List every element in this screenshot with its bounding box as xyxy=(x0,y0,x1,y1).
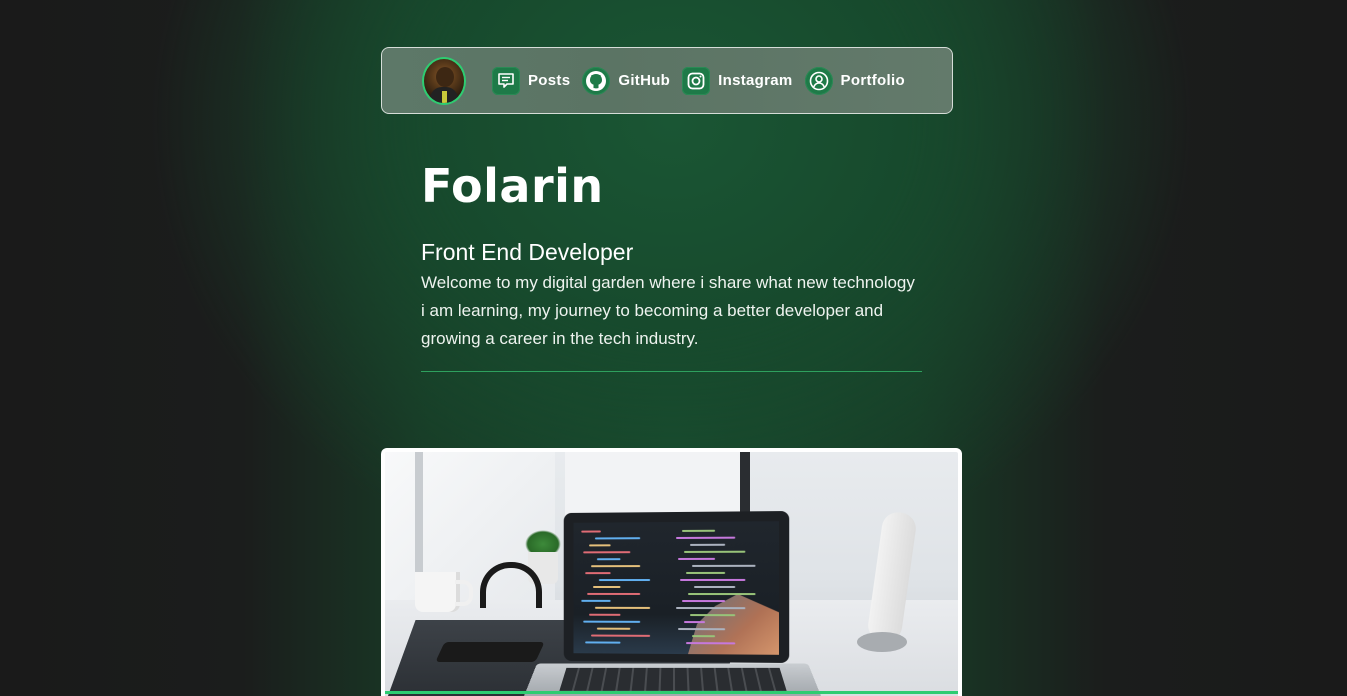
phone xyxy=(435,642,545,662)
code-line xyxy=(689,614,736,617)
card-accent-line xyxy=(385,691,958,694)
code-line xyxy=(591,634,651,637)
portfolio-icon xyxy=(804,66,833,95)
code-line xyxy=(589,613,621,616)
laptop-screen xyxy=(563,511,790,663)
code-line xyxy=(581,599,611,602)
github-icon xyxy=(582,66,611,95)
code-line xyxy=(583,551,631,554)
avatar[interactable] xyxy=(422,56,466,105)
posts-icon xyxy=(492,66,520,95)
instagram-icon xyxy=(682,66,711,95)
code-line xyxy=(689,543,726,546)
wallpaper-mountain xyxy=(688,594,779,655)
nav-item-instagram[interactable]: Instagram xyxy=(682,66,793,95)
code-line xyxy=(693,585,736,589)
code-line xyxy=(675,607,746,610)
code-line xyxy=(598,579,651,582)
nav-item-posts[interactable]: Posts xyxy=(492,66,571,95)
code-line xyxy=(677,557,716,560)
nav-label-posts: Posts xyxy=(528,72,571,89)
mug xyxy=(415,572,460,612)
page-title: Folarin xyxy=(421,159,604,213)
code-line xyxy=(687,593,756,596)
code-line xyxy=(585,641,621,644)
code-line xyxy=(589,544,611,547)
code-line xyxy=(691,564,756,567)
avatar-tie xyxy=(442,90,447,103)
nav-item-github[interactable]: GitHub xyxy=(582,66,671,95)
code-line xyxy=(681,529,716,532)
hero-section: Folarin Front End Developer Welcome to m… xyxy=(421,155,922,353)
top-navbar: Posts GitHub Instagram Portfolio xyxy=(381,47,953,114)
code-line xyxy=(596,558,621,561)
nav-label-portfolio: Portfolio xyxy=(840,72,905,89)
role-subtitle: Front End Developer xyxy=(421,239,634,265)
code-line xyxy=(691,635,716,638)
code-line xyxy=(581,530,601,533)
code-line xyxy=(683,621,706,624)
code-line xyxy=(677,628,726,631)
code-line xyxy=(594,606,651,609)
code-line xyxy=(594,537,641,540)
code-line xyxy=(583,620,641,623)
code-line xyxy=(679,578,746,581)
code-line xyxy=(683,550,746,553)
nav-item-portfolio[interactable]: Portfolio xyxy=(804,66,905,95)
code-line xyxy=(587,592,641,595)
post-card[interactable] xyxy=(381,448,962,696)
laptop-display xyxy=(573,521,779,655)
nav-label-instagram: Instagram xyxy=(718,72,793,89)
code-line xyxy=(681,600,726,603)
hero-divider xyxy=(421,371,922,372)
bio-text: Welcome to my digital garden where i sha… xyxy=(421,273,915,348)
avatar-head xyxy=(436,66,454,87)
nav-label-github: GitHub xyxy=(618,72,671,89)
post-cover-image xyxy=(385,452,958,696)
code-line xyxy=(585,572,611,575)
code-line xyxy=(675,536,736,539)
code-line xyxy=(592,586,621,588)
keyboard xyxy=(559,667,787,691)
code-line xyxy=(685,642,736,645)
code-line xyxy=(596,627,631,630)
code-line xyxy=(591,565,641,568)
mug-handle xyxy=(455,580,473,606)
code-line xyxy=(685,571,726,574)
power-base xyxy=(857,632,907,652)
